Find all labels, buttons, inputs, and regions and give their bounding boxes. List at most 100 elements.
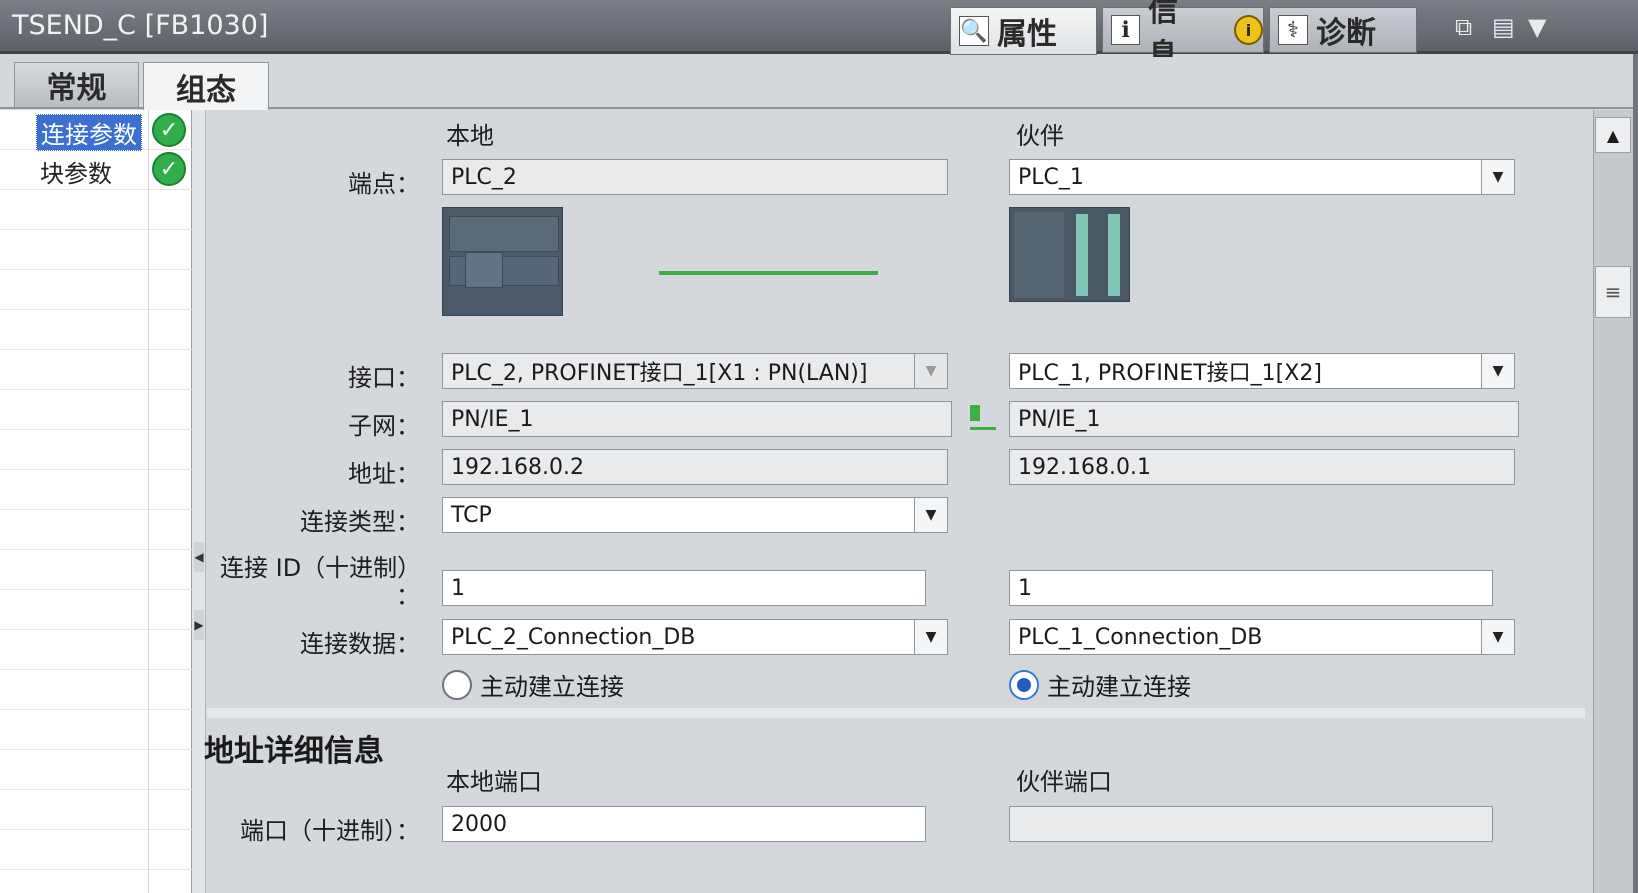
chevron-down-icon[interactable]: ▼ — [1481, 354, 1514, 388]
local-connection-id-value: 1 — [451, 575, 465, 601]
window-border — [1633, 54, 1638, 893]
restore-window-icon[interactable]: ⧉ — [1455, 13, 1472, 41]
connection-type-select[interactable]: TCP ▼ — [442, 497, 948, 533]
connection-link-line — [659, 271, 878, 275]
scrollbar-thumb[interactable]: ≡ — [1595, 266, 1631, 318]
chevron-down-icon[interactable]: ▼ — [1481, 620, 1514, 654]
partner-port-header: 伙伴端口 — [1016, 768, 1112, 796]
radio-unchecked-icon[interactable] — [442, 669, 472, 700]
partner-port-input — [1009, 806, 1493, 842]
partner-active-connection-radio[interactable]: 主动建立连接 — [1009, 667, 1191, 702]
nav-row — [0, 750, 192, 790]
local-endpoint-value: PLC_2 — [451, 164, 517, 190]
chevron-down-icon[interactable]: ▼ — [914, 498, 947, 532]
tab-general[interactable]: 常规 — [14, 62, 139, 107]
partner-address-field: 192.168.0.1 — [1009, 449, 1515, 485]
nav-row — [0, 550, 192, 590]
connection-type-label: 连接类型： — [300, 508, 420, 536]
partner-column-header: 伙伴 — [1016, 122, 1064, 150]
local-interface-value: PLC_2, PROFINET接口_1[X1 : PN(LAN)] — [451, 361, 868, 386]
nav-row — [0, 190, 192, 230]
nav-row — [0, 270, 192, 310]
check-icon: ✓ — [152, 152, 186, 186]
local-connection-data-value: PLC_2_Connection_DB — [451, 624, 696, 650]
local-plc-device-icon — [442, 207, 563, 316]
local-active-connection-radio[interactable]: 主动建立连接 — [442, 667, 624, 702]
interface-label: 接口： — [348, 364, 420, 392]
chevron-down-icon[interactable]: ▼ — [1528, 13, 1546, 41]
connection-data-label: 连接数据： — [300, 630, 420, 658]
window-title: TSEND_C [FB1030] — [12, 10, 269, 41]
local-address-field: 192.168.0.2 — [442, 449, 948, 485]
local-subnet-value: PN/IE_1 — [451, 406, 534, 432]
nav-row — [0, 590, 192, 630]
nav-row — [0, 790, 192, 830]
chevron-down-icon[interactable]: ▼ — [1481, 160, 1514, 194]
local-endpoint-field: PLC_2 — [442, 159, 948, 195]
chevron-down-icon[interactable]: ▼ — [914, 620, 947, 654]
partner-connection-id-value: 1 — [1018, 575, 1032, 601]
nav-row — [0, 510, 192, 550]
nav-row — [0, 630, 192, 670]
tab-properties[interactable]: 🔍 属性 — [950, 7, 1097, 55]
info-icon: ℹ — [1111, 15, 1141, 45]
partner-active-connection-label: 主动建立连接 — [1047, 673, 1191, 701]
network-link-icon — [968, 405, 996, 431]
scroll-up-icon[interactable]: ▲ — [1595, 117, 1631, 153]
connection-type-value: TCP — [451, 502, 492, 528]
nav-row — [0, 670, 192, 710]
nav-row — [0, 350, 192, 390]
local-interface-select: PLC_2, PROFINET接口_1[X1 : PN(LAN)] ▼ — [442, 353, 948, 389]
partner-connection-data-select[interactable]: PLC_1_Connection_DB ▼ — [1009, 619, 1515, 655]
subnet-label: 子网： — [348, 412, 420, 440]
radio-checked-icon[interactable] — [1009, 669, 1039, 700]
partner-plc-device-icon — [1009, 207, 1130, 302]
diagnostics-icon: ⚕ — [1278, 15, 1308, 45]
nav-row — [0, 470, 192, 510]
partner-endpoint-value: PLC_1 — [1018, 164, 1084, 190]
partner-subnet-value: PN/IE_1 — [1018, 406, 1101, 432]
tab-info[interactable]: ℹ 信息 i — [1102, 0, 1264, 73]
local-port-value: 2000 — [451, 811, 507, 837]
partner-connection-id-input[interactable]: 1 — [1009, 570, 1493, 606]
expand-right-icon[interactable]: ▶ — [194, 610, 204, 640]
local-connection-id-input[interactable]: 1 — [442, 570, 926, 606]
local-connection-data-select[interactable]: PLC_2_Connection_DB ▼ — [442, 619, 948, 655]
local-port-input[interactable]: 2000 — [442, 806, 926, 842]
partner-address-value: 192.168.0.1 — [1018, 454, 1151, 480]
tab-configuration[interactable]: 组态 — [143, 62, 269, 110]
port-label: 端口（十进制）： — [240, 817, 420, 845]
partner-interface-select[interactable]: PLC_1, PROFINET接口_1[X2] ▼ — [1009, 353, 1515, 389]
partner-subnet-field: PN/IE_1 — [1009, 401, 1519, 437]
info-badge-icon: i — [1233, 15, 1263, 45]
address-label: 地址： — [348, 460, 420, 488]
collapse-left-icon[interactable]: ◀ — [194, 542, 204, 572]
nav-row — [0, 390, 192, 430]
local-column-header: 本地 — [446, 122, 494, 150]
local-subnet-field: PN/IE_1 — [442, 401, 952, 437]
local-port-header: 本地端口 — [446, 768, 542, 796]
tab-diagnostics-label: 诊断 — [1316, 16, 1376, 51]
tab-properties-label: 属性 — [997, 17, 1057, 52]
tab-diagnostics[interactable]: ⚕ 诊断 — [1269, 7, 1417, 53]
nav-item-block-params[interactable]: 块参数 — [36, 154, 116, 189]
nav-row — [0, 430, 192, 470]
address-details-title: 地址详细信息 — [204, 734, 384, 769]
nav-row — [0, 230, 192, 270]
check-icon: ✓ — [152, 113, 186, 147]
partner-interface-value: PLC_1, PROFINET接口_1[X2] — [1018, 361, 1322, 386]
nav-row — [0, 710, 192, 750]
nav-row — [0, 830, 192, 870]
nav-row — [0, 310, 192, 350]
vertical-scrollbar[interactable] — [1593, 110, 1633, 893]
nav-item-connection-params[interactable]: 连接参数 — [36, 114, 142, 151]
partner-connection-data-value: PLC_1_Connection_DB — [1018, 624, 1263, 650]
connection-id-label-colon: ： — [396, 582, 420, 610]
partner-endpoint-select[interactable]: PLC_1 ▼ — [1009, 159, 1515, 195]
chevron-down-icon: ▼ — [914, 354, 947, 388]
layout-menu-icon[interactable]: ▤ — [1492, 13, 1515, 41]
section-separator — [207, 708, 1585, 718]
panel-splitter[interactable] — [192, 110, 206, 893]
endpoint-label: 端点： — [348, 170, 420, 198]
properties-icon: 🔍 — [959, 16, 989, 46]
